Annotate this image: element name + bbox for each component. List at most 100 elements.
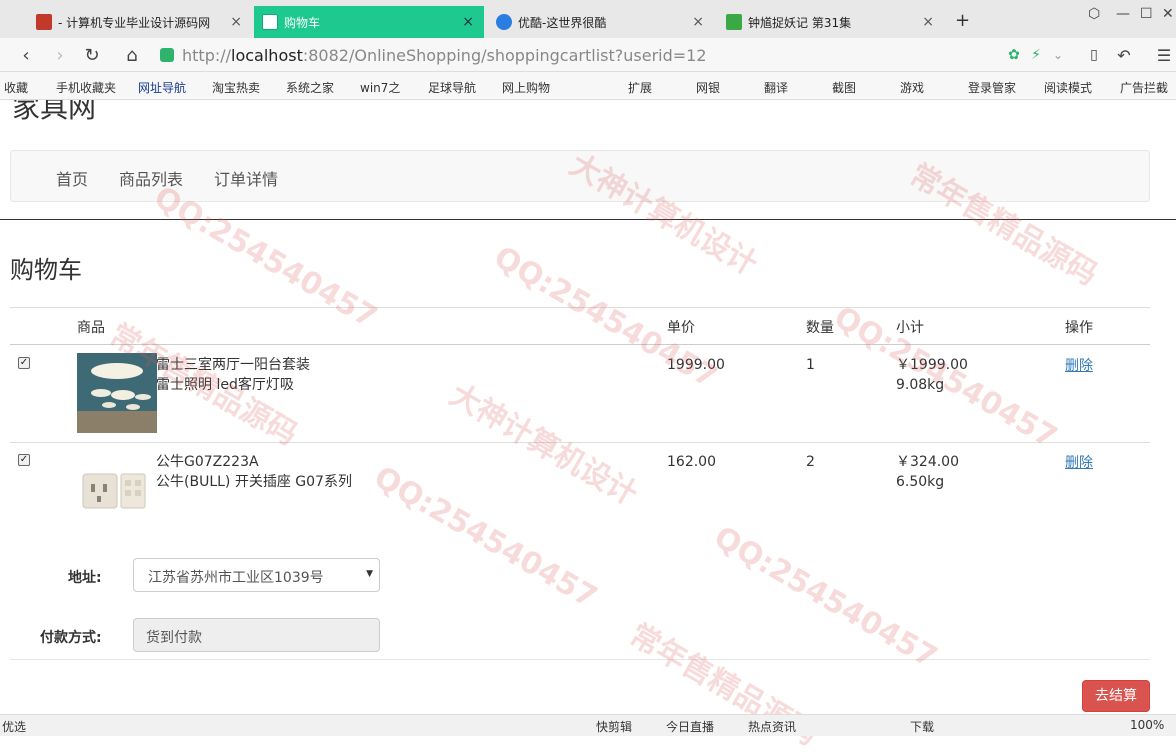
table-border bbox=[10, 307, 1150, 308]
unit-price: 162.00 bbox=[667, 454, 716, 470]
subtotal: ￥1999.00 bbox=[896, 357, 968, 373]
url-prefix: http:// bbox=[182, 45, 232, 65]
product-name[interactable]: 公牛G07Z223A bbox=[156, 452, 352, 472]
tab-label: 购物车 bbox=[284, 15, 321, 30]
unit-price: 1999.00 bbox=[667, 357, 725, 373]
close-tab-icon[interactable]: × bbox=[692, 14, 704, 30]
site-navbar: 首页 商品列表 订单详情 bbox=[10, 150, 1150, 202]
select-item-checkbox[interactable]: ✓ bbox=[18, 357, 30, 369]
column-header-action: 操作 bbox=[1065, 320, 1093, 336]
undo-icon[interactable]: ↶ bbox=[1112, 43, 1136, 67]
weight: 9.08kg bbox=[896, 377, 945, 393]
bookmark-item[interactable]: 网银 bbox=[696, 79, 720, 96]
page-favicon-icon bbox=[262, 14, 278, 30]
close-tab-icon[interactable]: × bbox=[922, 14, 934, 30]
dropdown-icon[interactable]: ⌄ bbox=[1046, 43, 1070, 67]
subtotal-cell: ￥324.00 6.50kg bbox=[896, 452, 959, 492]
checkout-button[interactable]: 去结算 bbox=[1082, 680, 1150, 712]
weight: 6.50kg bbox=[896, 474, 945, 490]
nav-order-details[interactable]: 订单详情 bbox=[214, 166, 278, 190]
minimize-icon[interactable]: — bbox=[1116, 6, 1130, 22]
phone-icon[interactable]: ▯ bbox=[1082, 43, 1106, 67]
url-field[interactable]: http://localhost:8082/OnlineShopping/sho… bbox=[160, 42, 990, 68]
caret-down-icon: ▼ bbox=[366, 569, 373, 579]
bookmark-item[interactable]: 广告拦截 bbox=[1120, 79, 1168, 96]
close-tab-icon[interactable]: × bbox=[462, 14, 474, 30]
subtotal: ￥324.00 bbox=[896, 454, 959, 470]
site-favicon-icon bbox=[36, 14, 52, 30]
status-item[interactable]: 热点资讯 bbox=[748, 718, 796, 735]
quantity: 2 bbox=[806, 454, 815, 470]
url-host: localhost bbox=[231, 45, 303, 65]
forward-icon[interactable]: › bbox=[48, 43, 72, 67]
browser-tab-bar: - 计算机专业毕业设计源码网 × 购物车 × 优酷-这世界很酷 × 钟馗捉妖记 … bbox=[0, 0, 1176, 38]
tab-label: 优酷-这世界很酷 bbox=[518, 15, 607, 30]
bookmarks-bar: 收藏 手机收藏夹 网址导航 淘宝热卖 系统之家 win7之 足球导航 网上购物 … bbox=[0, 72, 1176, 100]
page-content: 家具网 首页 商品列表 订单详情 购物车 商品 单价 数量 小计 操作 ✓ 雷士… bbox=[0, 100, 1176, 714]
delete-link[interactable]: 删除 bbox=[1065, 452, 1093, 472]
lightning-icon[interactable]: ⚡ bbox=[1024, 43, 1048, 67]
quantity: 1 bbox=[806, 357, 815, 373]
maximize-icon[interactable]: ☐ bbox=[1140, 6, 1153, 22]
tab-video[interactable]: 钟馗捉妖记 第31集 × bbox=[718, 6, 944, 38]
nav-product-list[interactable]: 商品列表 bbox=[119, 166, 183, 190]
bookmark-item[interactable]: 手机收藏夹 bbox=[56, 79, 116, 96]
site-brand[interactable]: 家具网 bbox=[12, 100, 96, 126]
status-item[interactable]: 下载 bbox=[910, 718, 934, 735]
column-header-product: 商品 bbox=[77, 320, 105, 336]
bookmark-item[interactable]: win7之 bbox=[360, 79, 400, 96]
product-image bbox=[77, 353, 157, 433]
nav-home[interactable]: 首页 bbox=[56, 166, 88, 190]
bookmark-item[interactable]: 收藏 bbox=[4, 79, 28, 96]
tab-youku[interactable]: 优酷-这世界很酷 × bbox=[488, 6, 714, 38]
product-text: 公牛G07Z223A 公牛(BULL) 开关插座 G07系列 bbox=[156, 452, 352, 492]
bookmark-item[interactable]: 淘宝热卖 bbox=[212, 79, 260, 96]
bookmark-item[interactable]: 登录管家 bbox=[968, 79, 1016, 96]
bookmark-item[interactable]: 系统之家 bbox=[286, 79, 334, 96]
bookmark-item[interactable]: 扩展 bbox=[628, 79, 652, 96]
select-item-checkbox[interactable]: ✓ bbox=[18, 454, 30, 466]
status-bar: 优选 快剪辑 今日直播 热点资讯 下载 100% bbox=[0, 714, 1176, 736]
bookmark-item[interactable]: 网址导航 bbox=[138, 79, 186, 96]
product-name[interactable]: 雷士三室两厅一阳台套装 bbox=[156, 355, 310, 375]
zoom-level[interactable]: 100% bbox=[1130, 718, 1164, 732]
speed-icon[interactable]: ✿ bbox=[1002, 43, 1026, 67]
skin-icon[interactable]: ⬡ bbox=[1088, 6, 1100, 22]
bookmark-item[interactable]: 游戏 bbox=[900, 79, 924, 96]
address-select[interactable]: 江苏省苏州市工业区1039号 ▼ bbox=[133, 558, 380, 592]
menu-icon[interactable]: ☰ bbox=[1152, 43, 1176, 67]
new-tab-button[interactable]: + bbox=[955, 10, 970, 31]
delete-link[interactable]: 删除 bbox=[1065, 355, 1093, 375]
bookmark-item[interactable]: 网上购物 bbox=[502, 79, 550, 96]
bookmark-item[interactable]: 阅读模式 bbox=[1044, 79, 1092, 96]
payment-label: 付款方式: bbox=[40, 630, 102, 646]
tab-shopping-cart[interactable]: 购物车 × bbox=[254, 6, 484, 38]
subtotal-cell: ￥1999.00 9.08kg bbox=[896, 355, 968, 395]
home-icon[interactable]: ⌂ bbox=[120, 43, 144, 67]
bookmark-item[interactable]: 足球导航 bbox=[428, 79, 476, 96]
tab-source-site[interactable]: - 计算机专业毕业设计源码网 × bbox=[28, 6, 252, 38]
product-image bbox=[77, 450, 157, 530]
status-item[interactable]: 快剪辑 bbox=[596, 718, 632, 735]
product-text: 雷士三室两厅一阳台套装 雷士照明 led客厅灯吸 bbox=[156, 355, 310, 395]
url-path: :8082/OnlineShopping/shoppingcartlist?us… bbox=[302, 45, 707, 65]
payment-method-field: 货到付款 bbox=[133, 618, 380, 652]
back-icon[interactable]: ‹ bbox=[14, 43, 38, 67]
bookmark-item[interactable]: 截图 bbox=[832, 79, 856, 96]
column-header-price: 单价 bbox=[667, 320, 695, 336]
close-tab-icon[interactable]: × bbox=[230, 14, 242, 30]
tab-label: 钟馗捉妖记 第31集 bbox=[748, 15, 852, 30]
address-toolbar: ‹ › ↻ ⌂ http://localhost:8082/OnlineShop… bbox=[0, 38, 1176, 72]
column-header-subtotal: 小计 bbox=[896, 320, 924, 336]
security-shield-icon bbox=[160, 48, 174, 62]
close-window-icon[interactable]: ✕ bbox=[1162, 6, 1174, 22]
column-header-qty: 数量 bbox=[806, 320, 834, 336]
status-item[interactable]: 今日直播 bbox=[666, 718, 714, 735]
status-left[interactable]: 优选 bbox=[2, 718, 26, 735]
bookmark-item[interactable]: 翻译 bbox=[764, 79, 788, 96]
table-row: ✓ 公牛G07Z223A 公牛(BULL) 开关插座 G07系列 162.00 … bbox=[10, 442, 1150, 539]
table-row: ✓ 雷士三室两厅一阳台套装 雷士照明 led客厅灯吸 1999.00 1 ￥19… bbox=[10, 345, 1150, 442]
divider bbox=[0, 219, 1176, 220]
reload-icon[interactable]: ↻ bbox=[80, 43, 104, 67]
product-desc: 雷士照明 led客厅灯吸 bbox=[156, 377, 294, 393]
